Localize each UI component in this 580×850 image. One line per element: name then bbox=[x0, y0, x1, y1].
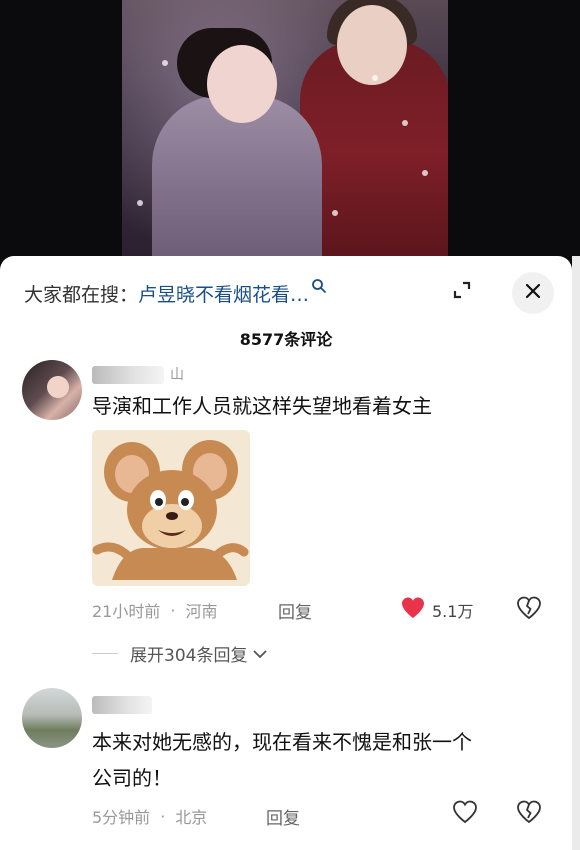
comment-location: 河南 bbox=[185, 602, 218, 621]
dislike-button[interactable] bbox=[516, 800, 542, 826]
reply-button[interactable]: 回复 bbox=[278, 598, 312, 623]
username[interactable]: 山 bbox=[170, 364, 184, 384]
snow-particle bbox=[372, 75, 378, 81]
search-icon bbox=[311, 278, 329, 296]
snow-particle bbox=[422, 170, 428, 176]
comment-text-line-2[interactable]: 公司的！ bbox=[92, 760, 172, 796]
expand-replies-label: 展开304条回复 bbox=[130, 646, 248, 666]
avatar[interactable] bbox=[22, 360, 82, 420]
username-redacted bbox=[92, 366, 164, 384]
mouse-sticker-icon bbox=[92, 440, 249, 580]
expand-replies-divider bbox=[92, 653, 118, 654]
like-count: 5.1万 bbox=[432, 602, 474, 621]
trending-search-query[interactable]: 卢昱晓不看烟花看… bbox=[138, 280, 309, 307]
expand-replies-button[interactable]: 展开304条回复 bbox=[92, 641, 268, 666]
dislike-button[interactable] bbox=[516, 596, 542, 622]
scrollbar[interactable] bbox=[572, 256, 580, 850]
reply-button[interactable]: 回复 bbox=[266, 804, 300, 829]
comment-meta: 5分钟前 · 北京 bbox=[92, 804, 207, 828]
video-player[interactable] bbox=[0, 0, 580, 262]
heart-filled-icon bbox=[400, 596, 426, 624]
video-figure-man-head bbox=[337, 5, 407, 85]
like-button[interactable] bbox=[452, 800, 478, 828]
comment-meta: 21小时前 · 河南 bbox=[92, 598, 217, 622]
snow-particle bbox=[332, 210, 338, 216]
trending-search[interactable]: 大家都在搜： 卢昱晓不看烟花看… bbox=[24, 278, 329, 308]
broken-heart-icon bbox=[516, 596, 542, 624]
video-frame bbox=[122, 0, 448, 262]
separator-dot: · bbox=[160, 806, 166, 826]
comment-sheet: 大家都在搜： 卢昱晓不看烟花看… 8577条评论 山 导演和工作人员就这样失望地… bbox=[0, 256, 572, 850]
video-figure-woman-head bbox=[207, 45, 277, 123]
comment-time: 5分钟前 bbox=[92, 808, 151, 827]
comment-time: 21小时前 bbox=[92, 602, 161, 621]
comment-text[interactable]: 导演和工作人员就这样失望地看着女主 bbox=[92, 388, 432, 424]
close-icon bbox=[524, 282, 542, 304]
comment-location: 北京 bbox=[175, 808, 208, 827]
trending-search-prefix: 大家都在搜： bbox=[24, 283, 139, 306]
comment-sticker-image[interactable] bbox=[92, 430, 250, 586]
expand-icon bbox=[451, 279, 473, 305]
comment-count: 8577条评论 bbox=[239, 330, 333, 349]
fullscreen-button[interactable] bbox=[440, 272, 484, 312]
chevron-down-icon bbox=[253, 644, 268, 664]
comment-text-line-1[interactable]: 本来对她无感的，现在看来不愧是和张一个 bbox=[92, 724, 472, 760]
snow-particle bbox=[162, 60, 168, 66]
broken-heart-icon bbox=[516, 800, 542, 828]
separator-dot: · bbox=[170, 600, 176, 620]
like-button[interactable]: 5.1万 bbox=[400, 596, 473, 624]
avatar[interactable] bbox=[22, 688, 82, 748]
snow-particle bbox=[137, 200, 143, 206]
close-button[interactable] bbox=[512, 272, 554, 314]
snow-particle bbox=[402, 120, 408, 126]
heart-outline-icon bbox=[452, 800, 478, 828]
username-redacted bbox=[92, 696, 152, 714]
